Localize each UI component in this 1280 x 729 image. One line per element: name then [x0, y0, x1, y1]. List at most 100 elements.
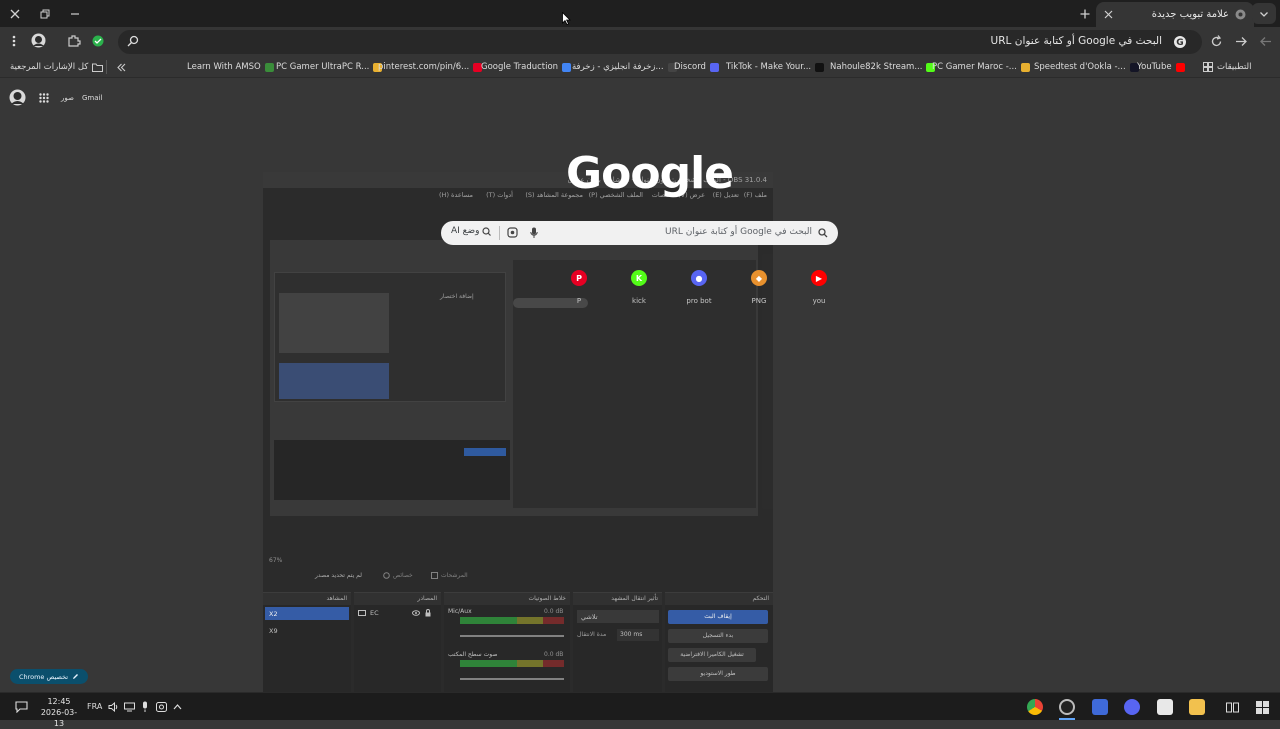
duration-label: مدة الانتقال — [577, 631, 607, 638]
bookmark-item[interactable]: Speedtest d'Ookla -... — [1034, 60, 1139, 74]
bookmark-item[interactable]: Discord — [674, 60, 719, 74]
obs-menu-item[interactable]: مساعدة (H) — [439, 191, 473, 199]
lens-icon[interactable] — [507, 227, 518, 238]
obs-menu-item[interactable]: ملف (F) — [744, 191, 767, 199]
sparkle-search-icon — [482, 226, 492, 236]
bookmarks-bar: كل الإشارات المرجعية Learn With AMSO PC … — [0, 56, 1280, 78]
tray-app-icon[interactable] — [156, 702, 167, 712]
bookmark-item[interactable]: PC Gamer Maroc -... — [932, 60, 1030, 74]
tab-strip: علامة تبويب جديدة — [0, 0, 1280, 27]
close-tab-icon[interactable] — [1104, 10, 1113, 19]
shortcut-tile[interactable]: ◆ PNG — [729, 268, 789, 305]
bookmark-item[interactable]: YouTube — [1137, 60, 1185, 74]
obs-menu-item[interactable]: أدوات (T) — [486, 191, 513, 199]
volume-slider[interactable] — [460, 635, 564, 637]
shortcut-label: P — [576, 297, 582, 305]
clock-date: 2026-03-13 — [40, 708, 78, 728]
virtual-camera-button[interactable]: تشغيل الكاميرا الافتراضية — [668, 648, 756, 662]
scene-item[interactable]: X9 — [265, 624, 349, 637]
stop-stream-button[interactable]: إيقاف البث — [668, 610, 768, 624]
all-bookmarks-button[interactable]: كل الإشارات المرجعية — [10, 60, 104, 74]
ntp-search-box[interactable]: البحث في Google أو كتابة عنوان URL وضع A… — [441, 221, 838, 245]
volume-meter — [460, 617, 564, 624]
reload-button[interactable] — [1210, 35, 1223, 48]
bookmark-item[interactable]: Nahoule82k Stream... — [830, 60, 936, 74]
mixer-track-name: صوت سطح المكتب — [448, 651, 498, 658]
obs-taskbar-icon[interactable] — [1059, 699, 1075, 715]
back-button[interactable] — [1235, 35, 1248, 48]
task-view-icon[interactable] — [1226, 701, 1239, 714]
chrome-taskbar-icon[interactable] — [1027, 699, 1043, 715]
bookmark-item[interactable]: pinterest.com/pin/6... — [378, 60, 483, 74]
shortcut-tile[interactable]: ▶ you — [789, 268, 849, 305]
bookmark-item[interactable]: زخرفة انجليزي - زخرفة... — [572, 60, 677, 74]
lens-button[interactable] — [127, 35, 139, 47]
duration-input[interactable]: 300 ms — [617, 629, 659, 641]
start-recording-button[interactable]: بدء التسجيل — [668, 629, 768, 643]
scene-item[interactable]: X2 — [265, 607, 349, 620]
probot-icon: ● — [691, 270, 707, 286]
bookmark-item[interactable]: PC Gamer UltraPC R... — [276, 60, 383, 74]
store-taskbar-icon[interactable] — [1157, 699, 1173, 715]
shortcut-label: PNG — [751, 297, 767, 305]
studio-mode-button[interactable]: طور الاستوديو — [668, 667, 768, 681]
volume-slider[interactable] — [460, 678, 564, 680]
chevron-up-icon[interactable] — [173, 703, 182, 710]
clock-time: 12:45 — [47, 697, 71, 706]
extension-green-button[interactable] — [92, 35, 104, 47]
network-icon[interactable] — [124, 702, 135, 712]
transition-select[interactable]: تلاشي — [577, 610, 659, 623]
system-clock[interactable]: 12:45 2026-03-13 — [36, 696, 82, 729]
volume-meter — [460, 660, 564, 667]
forward-button[interactable] — [1259, 35, 1272, 48]
google-apps-button[interactable] — [39, 93, 49, 103]
add-shortcut-label: إضافة اختصار — [440, 293, 474, 300]
restore-window-button[interactable] — [30, 0, 60, 27]
discord-taskbar-icon[interactable] — [1124, 699, 1140, 715]
tab-search-button[interactable] — [1252, 3, 1276, 24]
shortcut-tile[interactable]: ● pro bot — [669, 268, 729, 305]
ai-mode-label: وضع AI — [451, 226, 480, 236]
minimize-icon — [71, 12, 79, 15]
ai-mode-button[interactable]: وضع AI — [451, 226, 492, 236]
notification-icon[interactable] — [15, 701, 28, 713]
gmail-link[interactable]: Gmail — [82, 94, 102, 102]
obs-properties-button[interactable]: خصائص — [383, 572, 413, 579]
double-chevron-left-icon — [117, 63, 126, 71]
bookmark-item[interactable]: Learn With AMSO — [187, 60, 274, 74]
obs-filters-button[interactable]: المرشحات — [431, 572, 468, 579]
account-avatar[interactable] — [9, 89, 26, 106]
reload-icon — [1211, 35, 1222, 47]
nested-window — [279, 293, 389, 353]
speaker-icon[interactable] — [108, 702, 119, 712]
shortcut-tile[interactable]: P P — [549, 268, 609, 305]
windows-start-icon[interactable] — [1256, 701, 1269, 714]
address-bar[interactable]: البحث في Google أو كتابة عنوان URL G — [118, 30, 1202, 54]
tab-new-tab[interactable]: علامة تبويب جديدة — [1096, 2, 1254, 27]
search-icon — [127, 35, 139, 47]
customize-chrome-button[interactable]: تخصيص Chrome — [10, 669, 88, 684]
google-g-icon: G — [1174, 36, 1186, 48]
minimize-window-button[interactable] — [60, 0, 90, 27]
close-window-button[interactable] — [0, 0, 30, 27]
ntp-header: صور Gmail — [0, 86, 120, 110]
apps-button[interactable]: التطبيقات — [1203, 60, 1252, 74]
app-taskbar-icon[interactable] — [1092, 699, 1108, 715]
language-indicator[interactable]: FRA — [87, 702, 102, 711]
obs-mixer-dock: خلاط الصوتيات Mic/Aux 0.0 dB صوت سطح الم… — [444, 592, 570, 692]
microphone-icon[interactable] — [141, 701, 149, 713]
extensions-button[interactable] — [67, 34, 81, 48]
bookmark-item[interactable]: Google Traduction — [481, 60, 572, 74]
lock-icon[interactable] — [425, 609, 431, 617]
dock-title: التحكم — [665, 593, 773, 605]
menu-button[interactable] — [8, 34, 20, 48]
microphone-icon[interactable] — [530, 227, 538, 239]
bookmarks-overflow-button[interactable] — [117, 60, 126, 74]
images-link[interactable]: صور — [61, 94, 74, 102]
shortcut-tile[interactable]: K kick — [609, 268, 669, 305]
file-explorer-icon[interactable] — [1189, 699, 1205, 715]
bookmark-item[interactable]: TikTok - Make Your... — [726, 60, 825, 74]
profile-button[interactable] — [31, 33, 46, 48]
eye-icon[interactable] — [412, 610, 420, 616]
source-item[interactable]: EC — [358, 609, 379, 617]
